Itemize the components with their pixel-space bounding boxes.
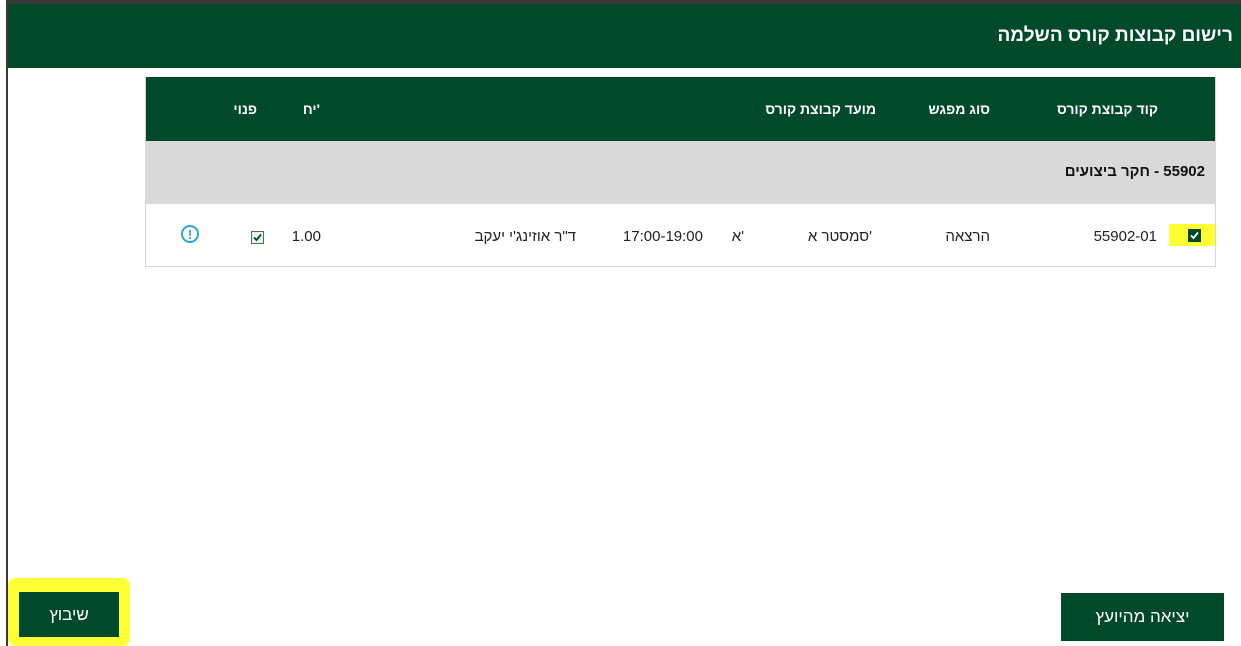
cell-meeting-type: הרצאה [945,228,990,245]
cell-time: 17:00-19:00 [622,228,703,245]
assign-button[interactable]: שיבוץ [19,592,119,637]
cell-code: 55902-01 [1093,228,1157,245]
course-group-row[interactable]: 55902 - חקר ביצועים [146,141,1215,204]
col-header-meeting-type[interactable]: סוג מפגש [928,101,990,117]
table-header: קוד קבוצת קורס סוג מפגש מועד קבוצת קורס … [146,77,1215,141]
course-group-label: 55902 - חקר ביצועים [1064,163,1205,180]
available-checkbox[interactable] [251,231,264,244]
col-header-schedule[interactable]: מועד קבוצת קורס [765,101,876,117]
col-header-credits[interactable]: יח' [303,101,320,117]
check-icon [1190,231,1199,240]
check-icon [253,233,262,242]
exit-advisor-button[interactable]: יציאה מהיועץ [1061,593,1224,641]
cell-day: א' [731,228,744,245]
col-header-code[interactable]: קוד קבוצת קורס [1057,101,1158,117]
info-icon[interactable]: ! [181,225,199,243]
cell-lecturer: ד"ר אוזינג'י יעקב [474,228,576,245]
row-select-checkbox[interactable] [1188,229,1201,242]
dialog-window: רישום קבוצות קורס השלמה קוד קבוצת קורס ס… [6,0,1241,646]
cell-semester: סמסטר א' [807,228,872,245]
col-header-available[interactable]: פנוי [233,101,257,117]
dialog-title-bar: רישום קבוצות קורס השלמה [8,4,1241,68]
course-groups-table: קוד קבוצת קורס סוג מפגש מועד קבוצת קורס … [145,77,1216,267]
dialog-title: רישום קבוצות קורס השלמה [997,25,1233,46]
table-row[interactable]: 55902-01 הרצאה סמסטר א' א' 17:00-19:00 ד… [146,204,1215,266]
cell-credits: 1.00 [291,228,321,245]
